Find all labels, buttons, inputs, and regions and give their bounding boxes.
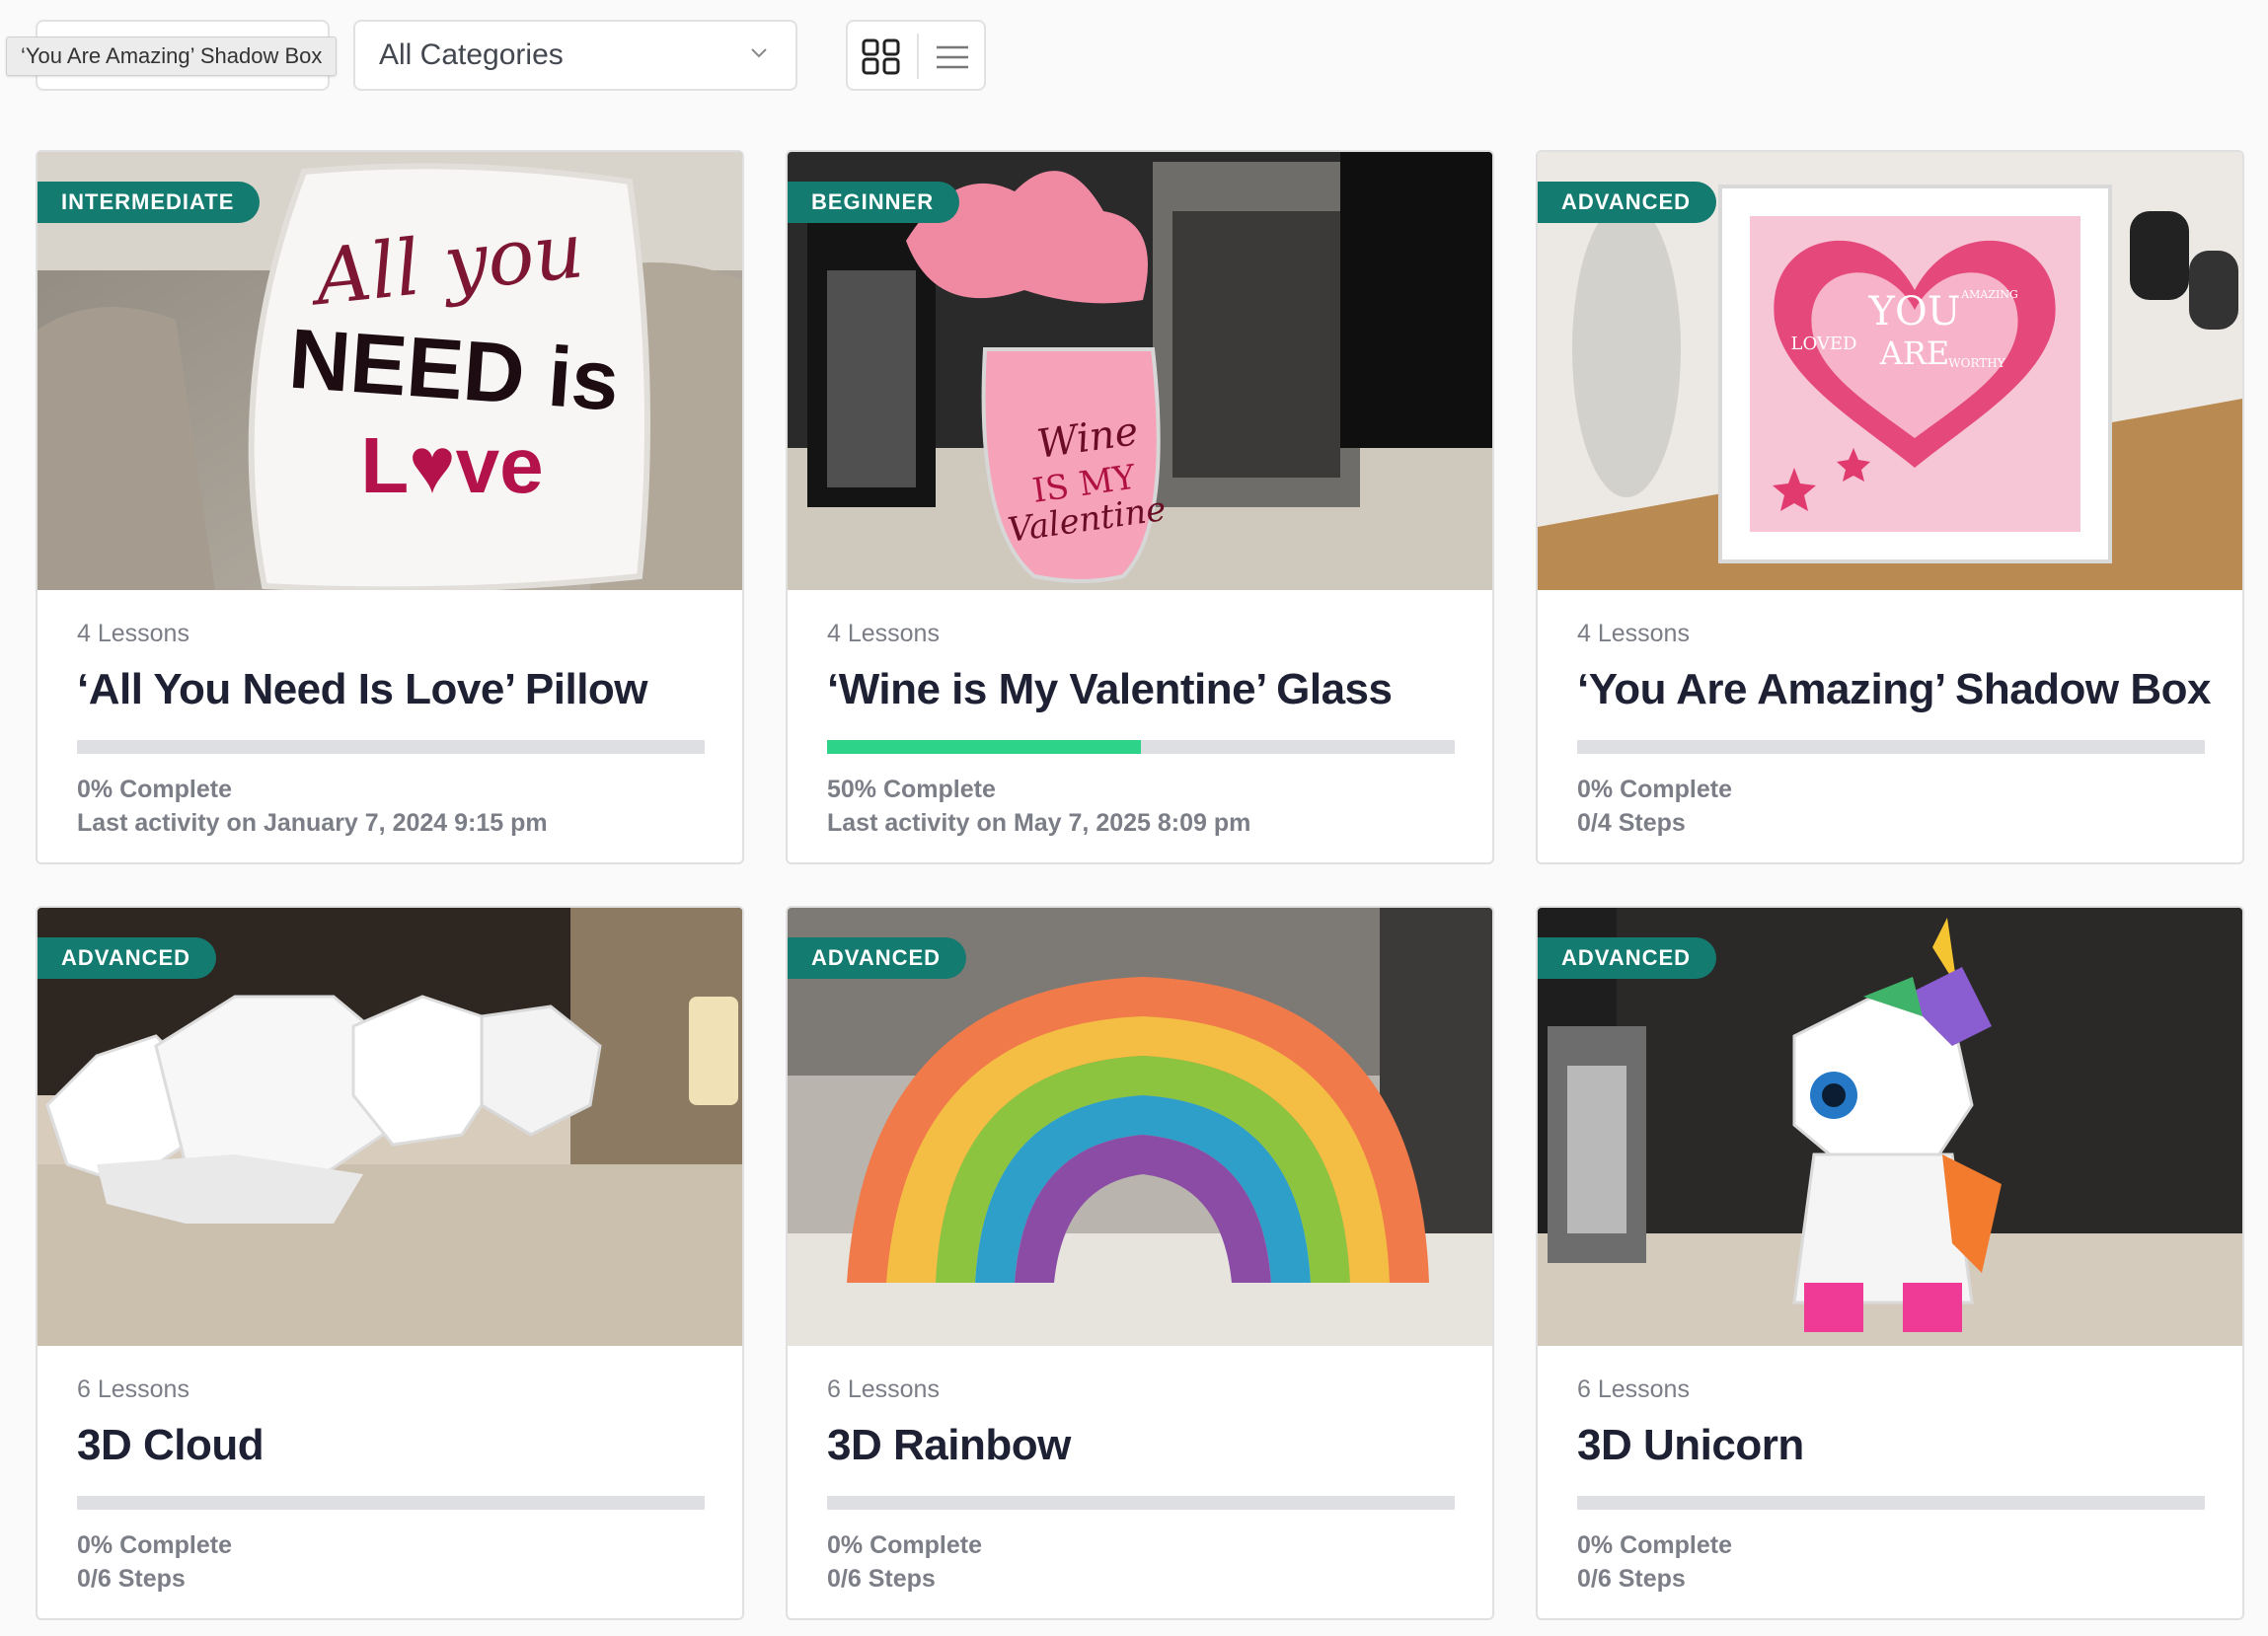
shadow-box-text-amazing: AMAZING <box>1960 288 2018 301</box>
progress-bar <box>827 1496 1455 1510</box>
course-meta: 0/4 Steps <box>1577 809 1686 837</box>
course-title[interactable]: ‘Wine is My Valentine’ Glass <box>827 665 1393 714</box>
course-meta: 0/6 Steps <box>827 1565 936 1593</box>
view-toggle <box>846 20 986 91</box>
level-badge: ADVANCED <box>1538 182 1717 223</box>
course-thumbnail-unicorn: ADVANCED <box>1538 908 2242 1346</box>
category-select[interactable]: All Categories <box>353 20 797 91</box>
chevron-down-icon <box>751 48 767 58</box>
toolbar: ‘You Are Amazing’ Shadow Box All Categor… <box>0 0 2268 118</box>
shadow-box-text-are: ARE <box>1879 335 1950 372</box>
shadow-box-text-you: YOU <box>1868 289 1961 335</box>
level-badge: INTERMEDIATE <box>38 182 261 223</box>
course-card[interactable]: ADVANCED 6 Lessons 3D Cloud 0% Complete … <box>36 906 744 1620</box>
course-card[interactable]: YOU ARE LOVED AMAZING WORTHY ADVANCED 4 … <box>1536 150 2244 864</box>
search-tooltip: ‘You Are Amazing’ Shadow Box <box>6 37 338 76</box>
lesson-count: 6 Lessons <box>1577 1376 1690 1403</box>
progress-bar <box>1577 740 2205 754</box>
pillow-text-line3: L♥ve <box>360 421 543 509</box>
level-badge: ADVANCED <box>788 937 967 979</box>
course-card[interactable]: ADVANCED 6 Lessons 3D Rainbow 0% Complet… <box>786 906 1494 1620</box>
course-title[interactable]: 3D Cloud <box>77 1421 265 1470</box>
progress-percent: 50% Complete <box>827 776 996 803</box>
progress-percent: 0% Complete <box>1577 776 1732 803</box>
progress-percent: 0% Complete <box>77 776 232 803</box>
course-thumbnail-cloud: ADVANCED <box>38 908 742 1346</box>
category-select-value: All Categories <box>379 38 564 71</box>
course-card[interactable]: All you NEED is L♥ve INTERMEDIATE 4 Less… <box>36 150 744 864</box>
progress-bar <box>77 740 705 754</box>
course-thumbnail-pillow: All you NEED is L♥ve INTERMEDIATE <box>38 152 742 590</box>
course-title[interactable]: 3D Rainbow <box>827 1421 1071 1470</box>
course-thumbnail-rainbow: ADVANCED <box>788 908 1492 1346</box>
progress-percent: 0% Complete <box>827 1531 982 1559</box>
course-title[interactable]: 3D Unicorn <box>1577 1421 1804 1470</box>
course-card[interactable]: Wine IS MY Valentine BEGINNER 4 Lessons … <box>786 150 1494 864</box>
course-meta: 0/6 Steps <box>1577 1565 1686 1593</box>
lesson-count: 4 Lessons <box>1577 620 1690 647</box>
course-card[interactable]: ADVANCED 6 Lessons 3D Unicorn 0% Complet… <box>1536 906 2244 1620</box>
course-title[interactable]: ‘You Are Amazing’ Shadow Box <box>1577 665 2212 714</box>
shadow-box-text-loved: LOVED <box>1791 334 1857 354</box>
level-badge: ADVANCED <box>1538 937 1717 979</box>
lesson-count: 6 Lessons <box>77 1376 189 1403</box>
course-title[interactable]: ‘All You Need Is Love’ Pillow <box>77 665 648 714</box>
course-thumbnail-shadow-box: YOU ARE LOVED AMAZING WORTHY ADVANCED <box>1538 152 2242 590</box>
lesson-count: 6 Lessons <box>827 1376 940 1403</box>
progress-percent: 0% Complete <box>77 1531 232 1559</box>
level-badge: BEGINNER <box>788 182 960 223</box>
lesson-count: 4 Lessons <box>77 620 189 647</box>
grid-icon[interactable] <box>862 38 901 76</box>
lesson-count: 4 Lessons <box>827 620 940 647</box>
course-meta: 0/6 Steps <box>77 1565 186 1593</box>
progress-bar <box>827 740 1455 754</box>
progress-bar <box>1577 1496 2205 1510</box>
course-thumbnail-wine-glass: Wine IS MY Valentine BEGINNER <box>788 152 1492 590</box>
progress-percent: 0% Complete <box>1577 1531 1732 1559</box>
shadow-box-text-worthy: WORTHY <box>1948 356 2005 370</box>
view-toggle-divider <box>917 34 919 79</box>
course-meta: Last activity on January 7, 2024 9:15 pm <box>77 809 548 837</box>
progress-bar <box>77 1496 705 1510</box>
progress-fill <box>827 740 1141 754</box>
level-badge: ADVANCED <box>38 937 217 979</box>
list-icon[interactable] <box>935 43 970 71</box>
course-meta: Last activity on May 7, 2025 8:09 pm <box>827 809 1251 837</box>
